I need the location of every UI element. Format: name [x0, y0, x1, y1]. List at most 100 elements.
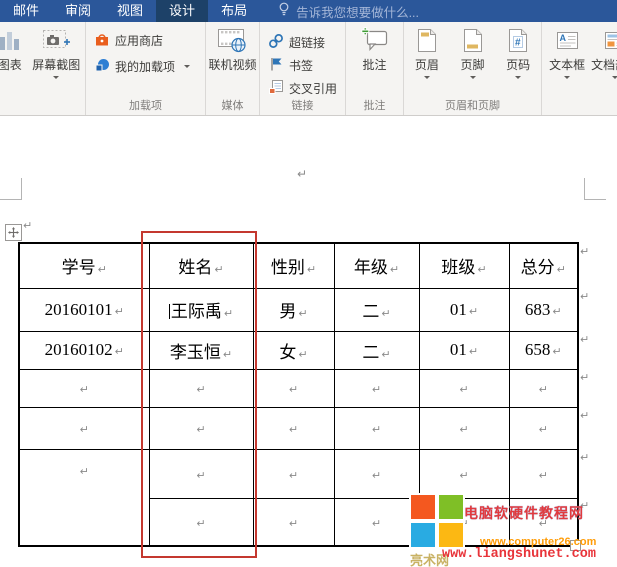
ribbon-group-links: 超链接 书签 交叉引用 链接 [260, 22, 346, 115]
cell-grade[interactable]: 二↵ [334, 331, 419, 369]
column-selection-highlight [141, 231, 257, 558]
empty-cell[interactable]: ↵ [253, 369, 334, 407]
cell-student-id[interactable]: 20160101↵ [19, 288, 149, 331]
cell-total[interactable]: 658↵ [509, 331, 578, 369]
move-arrows-icon [8, 227, 19, 238]
empty-cell[interactable]: ↵ [253, 407, 334, 449]
screenshot-icon [43, 26, 70, 54]
group-label-media: 媒体 [208, 100, 257, 115]
quick-parts-icon [604, 26, 617, 54]
screenshot-button[interactable]: 屏幕截图 [30, 22, 83, 79]
cell-grade[interactable]: 二↵ [334, 288, 419, 331]
cell-class[interactable]: 01↵ [419, 288, 509, 331]
text-boundary-mark-left [21, 178, 22, 200]
ribbon-group-text: A 文本框 文档部件 [542, 22, 617, 115]
table-row-empty: ↵ ↵ ↵ ↵ ↵ ↵ [19, 407, 578, 449]
app-store-icon [94, 31, 110, 50]
paragraph-mark: ↵ [23, 220, 32, 231]
header-cell-gender[interactable]: 性别↵ [253, 243, 334, 288]
ribbon: 图表 屏幕截图 应用商店 [0, 22, 617, 116]
group-label-text [544, 100, 617, 115]
empty-cell[interactable]: ↵ [509, 449, 578, 498]
watermark-alt-name: 亮术网 [410, 550, 449, 567]
footer-icon [463, 26, 483, 54]
quick-parts-button[interactable]: 文档部件 [590, 22, 617, 79]
tab-view[interactable]: 视图 [104, 0, 156, 22]
svg-text:A: A [559, 33, 566, 43]
text-boundary-mark-left [0, 199, 21, 200]
empty-cell[interactable]: ↵ [19, 407, 149, 449]
cell-total[interactable]: 683↵ [509, 288, 578, 331]
empty-cell[interactable]: ↵ [509, 498, 578, 546]
chart-button[interactable]: 图表 [0, 22, 30, 73]
empty-cell[interactable]: ↵ [419, 407, 509, 449]
my-addins-button[interactable]: 我的加载项 [94, 57, 190, 76]
empty-cell[interactable]: ↵ [419, 498, 509, 546]
online-video-button[interactable]: 联机视频 [208, 22, 256, 73]
tab-design[interactable]: 设计 [156, 0, 208, 22]
ribbon-group-comments: 批注 批注 [346, 22, 404, 115]
bookmark-button[interactable]: 书签 [268, 56, 313, 75]
textbox-button[interactable]: A 文本框 [546, 22, 588, 79]
empty-cell[interactable]: ↵ [334, 498, 419, 546]
text-boundary-mark-right [584, 199, 606, 200]
empty-cell[interactable]: ↵ [419, 369, 509, 407]
dropdown-arrow-icon [470, 76, 476, 79]
cross-reference-button[interactable]: 交叉引用 [268, 79, 337, 98]
textbox-icon: A [556, 26, 579, 54]
cell-gender[interactable]: 男↵ [253, 288, 334, 331]
empty-cell[interactable]: ↵ [334, 449, 419, 498]
footer-button[interactable]: 页脚 [452, 22, 494, 79]
group-label-header-footer: 页眉和页脚 [406, 100, 539, 115]
cell-gender[interactable]: 女↵ [253, 331, 334, 369]
row-end-mark: ↵ [580, 452, 589, 463]
text-boundary-mark-right [584, 178, 585, 200]
empty-cell-merged[interactable]: ↵ [19, 449, 149, 546]
lightbulb-icon [278, 2, 290, 20]
bookmark-icon [268, 56, 284, 75]
table-row: 20160101↵ 王际禹↵ 男↵ 二↵ 01↵ 683↵ [19, 288, 578, 331]
row-end-mark: ↵ [580, 246, 589, 257]
tell-me-box[interactable]: 告诉我您想要做什么... [270, 0, 427, 22]
dropdown-arrow-icon [515, 76, 521, 79]
header-cell-grade[interactable]: 年级↵ [334, 243, 419, 288]
header-cell-class[interactable]: 班级↵ [419, 243, 509, 288]
cell-class[interactable]: 01↵ [419, 331, 509, 369]
empty-cell[interactable]: ↵ [253, 498, 334, 546]
tell-me-placeholder: 告诉我您想要做什么... [296, 2, 419, 21]
header-cell-student-id[interactable]: 学号↵ [19, 243, 149, 288]
header-button[interactable]: 页眉 [406, 22, 448, 79]
tab-review[interactable]: 审阅 [52, 0, 104, 22]
table-resize-handle[interactable] [570, 540, 581, 551]
tab-layout[interactable]: 布局 [208, 0, 260, 22]
ribbon-tab-bar: 邮件 审阅 视图 设计 布局 告诉我您想要做什么... [0, 0, 617, 22]
empty-cell[interactable]: ↵ [334, 369, 419, 407]
group-label-addins: 加载项 [88, 100, 203, 115]
my-addins-icon [94, 57, 110, 76]
row-end-mark: ↵ [580, 334, 589, 345]
new-comment-button[interactable]: 批注 [361, 22, 389, 73]
hyperlink-button[interactable]: 超链接 [268, 33, 325, 52]
empty-cell[interactable]: ↵ [509, 407, 578, 449]
empty-cell[interactable]: ↵ [419, 449, 509, 498]
group-label-illustrations [2, 100, 83, 115]
svg-text:#: # [515, 37, 521, 48]
hyperlink-icon [268, 33, 284, 52]
empty-cell[interactable]: ↵ [253, 449, 334, 498]
document-canvas[interactable]: ↵ ↵ 学号↵ 姓名↵ 性别↵ 年级↵ 班级↵ 总分↵ 20160101↵ 王际… [0, 116, 617, 567]
tab-mailings[interactable]: 邮件 [0, 0, 52, 22]
table-row: 20160102↵ 李玉恒↵ 女↵ 二↵ 01↵ 658↵ [19, 331, 578, 369]
cell-student-id[interactable]: 20160102↵ [19, 331, 149, 369]
table-row-empty: ↵ ↵ ↵ ↵ ↵ ↵ [19, 369, 578, 407]
dropdown-arrow-icon [612, 76, 617, 79]
ribbon-group-header-footer: 页眉 页脚 # 页码 页眉和页脚 [404, 22, 542, 115]
table-row-empty: ↵ ↵ ↵ ↵ ↵ ↵ [19, 449, 578, 498]
empty-cell[interactable]: ↵ [19, 369, 149, 407]
empty-cell[interactable]: ↵ [509, 369, 578, 407]
app-store-button[interactable]: 应用商店 [94, 31, 163, 50]
empty-cell[interactable]: ↵ [334, 407, 419, 449]
header-cell-total[interactable]: 总分↵ [509, 243, 578, 288]
table-move-handle[interactable] [5, 224, 22, 241]
page-number-button[interactable]: # 页码 [497, 22, 539, 79]
ribbon-group-illustrations: 图表 屏幕截图 [0, 22, 86, 115]
